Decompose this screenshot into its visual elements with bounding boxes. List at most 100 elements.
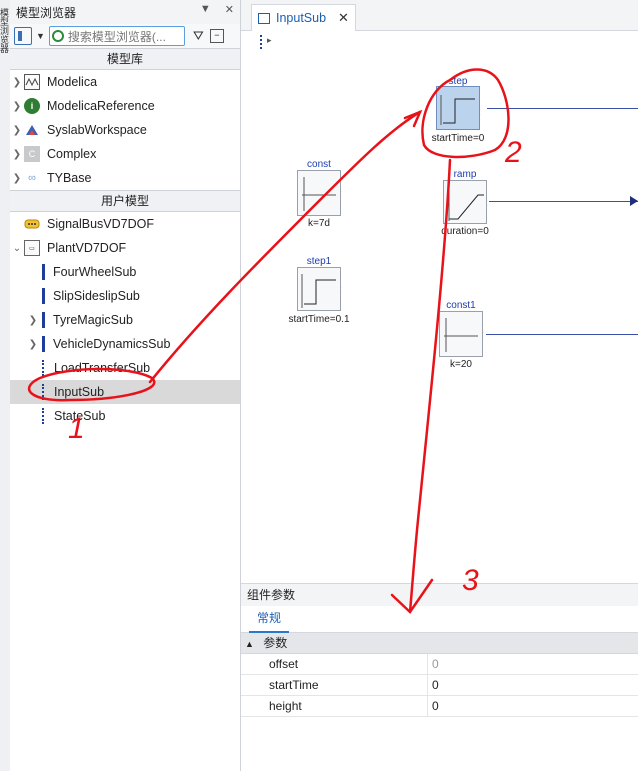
block-ramp[interactable] [443, 180, 488, 224]
tree-item-tyremagicsub[interactable]: ❯ TyreMagicSub [10, 308, 240, 332]
tree-item-label: TYBase [47, 171, 92, 185]
block-const1[interactable] [439, 311, 484, 357]
submodel-icon [42, 384, 46, 400]
block-step[interactable] [436, 86, 481, 130]
param-value-field[interactable]: 0 [428, 675, 439, 695]
block-name-ramp: ramp [453, 169, 477, 180]
block-name-step1: step1 [306, 256, 332, 267]
tree-item-label: Complex [47, 147, 97, 161]
diagram-breadcrumb: ▸ [241, 31, 638, 53]
block-name-const: const [307, 159, 331, 170]
editor-tab-bar: InputSub ✕ [241, 0, 638, 31]
tree-item-label: SlipSideslipSub [53, 289, 140, 303]
search-placeholder: 搜索模型浏览器(... [67, 29, 166, 44]
tree-item-slipsideslipsub[interactable]: SlipSideslipSub [10, 284, 240, 308]
block-param-const: k=7d [308, 218, 330, 229]
close-icon[interactable]: ✕ [338, 10, 349, 26]
panel-menu-icon[interactable]: ▼ [200, 3, 211, 16]
collapse-icon[interactable]: − [209, 29, 224, 43]
library-section-header: 模型库 [10, 48, 240, 70]
tree-item-statesub[interactable]: StateSub [10, 404, 240, 428]
chevron-right-icon[interactable]: ❯ [10, 173, 24, 184]
tree-item-label: SignalBusVD7DOF [47, 217, 154, 231]
diagram-canvas[interactable]: step startTime=0 const k=7d ramp duratio… [241, 53, 638, 583]
chevron-down-icon[interactable]: ⌄ [10, 243, 24, 254]
tree-item-syslabworkspace[interactable]: ❯ SyslabWorkspace [10, 118, 240, 142]
submodel-icon [42, 264, 45, 280]
side-strip-label: 模型浏览器 [0, 8, 9, 53]
connection-wire[interactable] [486, 334, 638, 335]
panel-close-icon[interactable]: ✕ [225, 3, 234, 16]
search-icon [51, 30, 64, 42]
submodel-icon [42, 336, 45, 352]
param-row-starttime: startTime 0 [241, 675, 638, 696]
tree-item-tybase[interactable]: ❯ ∞ TYBase [10, 166, 240, 190]
block-param-const1: k=20 [450, 359, 472, 370]
tree-item-label: PlantVD7DOF [47, 241, 127, 255]
params-group-header[interactable]: ▲ 参数 [241, 633, 638, 654]
tree-item-label: SyslabWorkspace [47, 123, 147, 137]
chevron-right-icon[interactable]: ❯ [10, 125, 24, 136]
model-browser-toolbar: ▼ 搜索模型浏览器(... ⛛ − [10, 24, 240, 48]
tree-item-label: FourWheelSub [53, 265, 137, 279]
plant-model-icon: ▭ [24, 240, 40, 256]
modelica-icon [24, 74, 40, 90]
tab-general[interactable]: 常规 [249, 606, 290, 633]
param-value-field[interactable]: 0 [428, 654, 439, 674]
block-param-step: startTime=0 [431, 133, 485, 144]
filter-icon[interactable]: ⛛ [193, 28, 204, 44]
connection-wire[interactable] [487, 108, 638, 109]
model-tab-icon [258, 12, 270, 24]
tree-item-modelicareference[interactable]: ❯ i ModelicaReference [10, 94, 240, 118]
tree-item-label: Modelica [47, 75, 98, 89]
editor-area: InputSub ✕ ▸ step startTime=0 const k=7d… [241, 0, 638, 772]
param-value-field[interactable]: 0 [428, 696, 439, 716]
tree-item-inputsub[interactable]: InputSub [10, 380, 240, 404]
tab-label: InputSub [276, 11, 327, 25]
param-name: startTime [241, 675, 428, 695]
submodel-icon [42, 312, 45, 328]
block-name-const1: const1 [446, 300, 476, 311]
component-params-panel: 组件参数 常规 ▲ 参数 offset 0 startTime 0 height… [241, 583, 638, 772]
library-view-icon[interactable] [14, 27, 32, 45]
tree-item-modelica[interactable]: ❯ Modelica [10, 70, 240, 94]
chevron-down-icon[interactable]: ▲ [245, 639, 254, 649]
tree-item-label: ModelicaReference [47, 99, 155, 113]
model-browser-panel: 模型浏览器 ▼ ✕ ▼ 搜索模型浏览器(... ⛛ − 模型库 ❯ Modeli… [10, 0, 241, 771]
chevron-right-icon[interactable]: ▸ [267, 35, 272, 46]
tree-item-loadtransfersub[interactable]: LoadTransferSub [10, 356, 240, 380]
chevron-right-icon[interactable]: ❯ [26, 339, 40, 350]
tree-item-vehicledynamicssub[interactable]: ❯ VehicleDynamicsSub [10, 332, 240, 356]
chevron-down-icon[interactable]: ▼ [36, 31, 45, 41]
params-title: 组件参数 [241, 584, 638, 606]
search-input[interactable]: 搜索模型浏览器(... [48, 26, 185, 46]
chevron-right-icon[interactable]: ❯ [10, 77, 24, 88]
block-step1[interactable] [297, 267, 342, 311]
block-param-ramp: duration=0 [441, 226, 489, 237]
tree-item-label: TyreMagicSub [53, 313, 133, 327]
param-name: offset [241, 654, 428, 674]
submodel-icon [42, 408, 46, 424]
tree-item-complex[interactable]: ❯ C Complex [10, 142, 240, 166]
chevron-right-icon[interactable]: ❯ [10, 149, 24, 160]
bus-icon [24, 216, 40, 232]
chevron-right-icon[interactable]: ❯ [10, 101, 24, 112]
param-row-height: height 0 [241, 696, 638, 717]
chevron-right-icon[interactable]: ❯ [26, 315, 40, 326]
params-group-label: 参数 [263, 636, 288, 650]
tree-item-signalbus[interactable]: SignalBusVD7DOF [10, 212, 240, 236]
tree-item-label: InputSub [54, 385, 105, 399]
user-section-header: 用户模型 [10, 190, 240, 212]
connection-wire[interactable] [489, 201, 638, 202]
submodel-icon [42, 288, 45, 304]
submodel-icon [42, 360, 46, 376]
info-icon: i [24, 98, 40, 114]
model-browser-header: 模型浏览器 ▼ ✕ [10, 0, 240, 24]
submodel-icon [260, 35, 264, 49]
model-browser-title: 模型浏览器 [16, 5, 77, 20]
tree-item-fourwheelsub[interactable]: FourWheelSub [10, 260, 240, 284]
block-const[interactable] [297, 170, 342, 216]
tree-item-plantvd7dof[interactable]: ⌄ ▭ PlantVD7DOF [10, 236, 240, 260]
tree-item-label: LoadTransferSub [54, 361, 151, 375]
tab-inputsub[interactable]: InputSub ✕ [251, 4, 356, 31]
